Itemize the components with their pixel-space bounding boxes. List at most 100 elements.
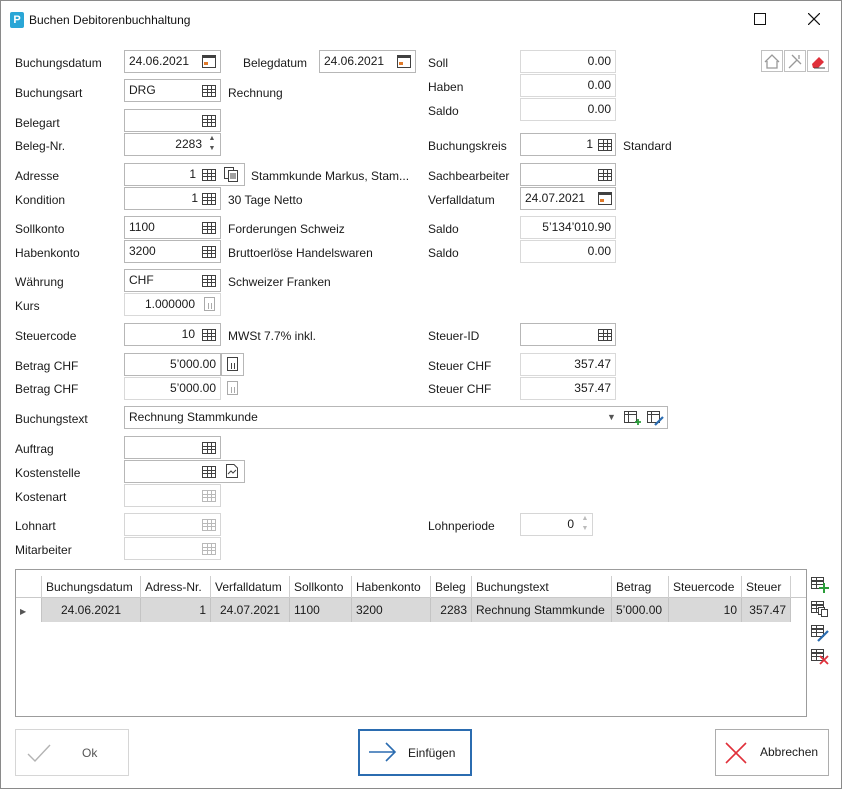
- saldo-label: Saldo: [428, 104, 459, 118]
- buchungstext-combo[interactable]: Rechnung Stammkunde: [124, 406, 668, 429]
- calendar-icon[interactable]: [202, 55, 216, 68]
- calculator-button[interactable]: [221, 353, 244, 376]
- home-tool-button[interactable]: [761, 50, 783, 72]
- lohnperiode-stepper[interactable]: ▲ ▼: [580, 514, 590, 535]
- tools-button[interactable]: [784, 50, 806, 72]
- buchungskreis-desc: Standard: [623, 139, 672, 153]
- belegdatum-value: 24.06.2021: [324, 54, 385, 68]
- calendar-icon[interactable]: [598, 192, 612, 205]
- steuer-id-label: Steuer-ID: [428, 329, 480, 343]
- lookup-grid-icon: [202, 519, 216, 531]
- saldo-soll-field: 5’134’010.90: [520, 216, 616, 239]
- lookup-grid-icon[interactable]: [202, 246, 216, 258]
- lookup-grid-icon[interactable]: [202, 466, 216, 478]
- lookup-grid-icon[interactable]: [202, 275, 216, 287]
- column-header[interactable]: Habenkonto: [352, 576, 431, 598]
- column-header[interactable]: Steuer: [742, 576, 791, 598]
- lookup-grid-icon[interactable]: [202, 115, 216, 127]
- title-bar: P Buchen Debitorenbuchhaltung: [1, 1, 841, 37]
- column-header[interactable]: Sollkonto: [290, 576, 352, 598]
- lookup-grid-icon[interactable]: [598, 169, 612, 181]
- habenkonto-value: 3200: [129, 244, 156, 258]
- table-cell: Rechnung Stammkunde: [472, 598, 612, 622]
- add-row-button[interactable]: [809, 574, 829, 594]
- column-header[interactable]: Steuercode: [669, 576, 742, 598]
- lookup-grid-icon[interactable]: [202, 222, 216, 234]
- document-chart-icon[interactable]: [224, 463, 240, 479]
- edit-row-button[interactable]: [809, 622, 829, 642]
- kostenart-label: Kostenart: [15, 490, 67, 504]
- betrag-chf-value: 5’000.00: [169, 357, 216, 371]
- haben-label: Haben: [428, 80, 464, 94]
- column-header[interactable]: Beleg: [431, 576, 472, 598]
- kostenstelle-label: Kostenstelle: [15, 466, 81, 480]
- calculator-icon[interactable]: [204, 297, 215, 311]
- adresse-desc: Stammkunde Markus, Stam...: [251, 169, 410, 183]
- steuercode-label: Steuercode: [15, 329, 77, 343]
- close-button[interactable]: [791, 5, 837, 33]
- buchungsdatum-value: 24.06.2021: [129, 54, 190, 68]
- betrag-chf-2-field[interactable]: 5’000.00: [124, 377, 221, 400]
- lookup-grid-icon: [202, 543, 216, 555]
- ok-button[interactable]: Ok: [15, 729, 129, 776]
- column-header[interactable]: Verfalldatum: [211, 576, 290, 598]
- window-title: Buchen Debitorenbuchhaltung: [29, 13, 191, 27]
- add-text-icon[interactable]: [623, 409, 641, 427]
- soll-label: Soll: [428, 56, 449, 70]
- auftrag-label: Auftrag: [15, 442, 54, 456]
- lookup-grid-icon[interactable]: [202, 329, 216, 341]
- habenkonto-desc: Bruttoerlöse Handelswaren: [228, 246, 373, 260]
- maximize-icon: [754, 13, 766, 25]
- calendar-icon[interactable]: [397, 55, 411, 68]
- eraser-button[interactable]: [807, 50, 829, 72]
- einfuegen-label: Einfügen: [408, 746, 456, 760]
- betrag-chf-field[interactable]: 5’000.00: [124, 353, 221, 376]
- betrag-chf-2-label: Betrag CHF: [15, 382, 79, 396]
- table-cell: 24.06.2021: [42, 598, 141, 622]
- ok-label: Ok: [82, 746, 98, 760]
- lookup-grid-icon[interactable]: [202, 169, 216, 181]
- waehrung-value: CHF: [129, 273, 154, 287]
- row-indicator-header: [16, 576, 42, 598]
- einfuegen-button[interactable]: Einfügen: [358, 729, 472, 776]
- column-header[interactable]: Buchungsdatum: [42, 576, 141, 598]
- lookup-grid-icon[interactable]: [598, 139, 612, 151]
- copy-address-icon[interactable]: [223, 166, 239, 182]
- column-header[interactable]: Adress-Nr.: [141, 576, 211, 598]
- lohnart-label: Lohnart: [15, 519, 56, 533]
- delete-row-button[interactable]: [809, 646, 829, 666]
- belegnr-stepper[interactable]: ▲ ▼: [207, 134, 217, 155]
- column-header[interactable]: Buchungstext: [472, 576, 612, 598]
- table-row[interactable]: ▶ 24.06.2021 1 24.07.2021 1100 3200 2283…: [16, 598, 791, 622]
- lookup-grid-icon[interactable]: [202, 85, 216, 97]
- belegnr-value: 2283: [175, 137, 202, 151]
- kurs-value: 1.000000: [144, 297, 195, 311]
- abbrechen-button[interactable]: Abbrechen: [715, 729, 829, 776]
- adresse-value: 1: [189, 167, 196, 181]
- lookup-grid-icon[interactable]: [202, 442, 216, 454]
- belegdatum-label: Belegdatum: [243, 56, 308, 70]
- lohnperiode-value: 0: [567, 517, 574, 531]
- buchungskreis-label: Buchungskreis: [428, 139, 507, 153]
- eraser-icon: [812, 57, 825, 69]
- sollkonto-label: Sollkonto: [15, 222, 65, 236]
- kurs-label: Kurs: [15, 299, 40, 313]
- edit-text-icon[interactable]: [646, 409, 666, 427]
- column-header[interactable]: Betrag: [612, 576, 669, 598]
- abbrechen-label: Abbrechen: [760, 745, 819, 759]
- kondition-label: Kondition: [15, 193, 66, 207]
- calculator-icon[interactable]: [227, 381, 238, 395]
- sollkonto-value: 1100: [129, 220, 155, 234]
- bookings-table[interactable]: Buchungsdatum Adress-Nr. Verfalldatum So…: [15, 569, 807, 717]
- table-cell: 10: [669, 598, 742, 622]
- maximize-button[interactable]: [737, 5, 783, 33]
- lookup-grid-icon[interactable]: [202, 193, 216, 205]
- cancel-x-icon: [725, 742, 747, 764]
- lookup-grid-icon: [202, 490, 216, 502]
- table-cell: 5’000.00: [612, 598, 669, 622]
- lookup-grid-icon[interactable]: [598, 329, 612, 341]
- copy-row-button[interactable]: [809, 598, 829, 618]
- chevron-down-icon[interactable]: ▼: [607, 412, 616, 422]
- table-cell: 3200: [352, 598, 431, 622]
- haben-field: 0.00: [520, 74, 616, 97]
